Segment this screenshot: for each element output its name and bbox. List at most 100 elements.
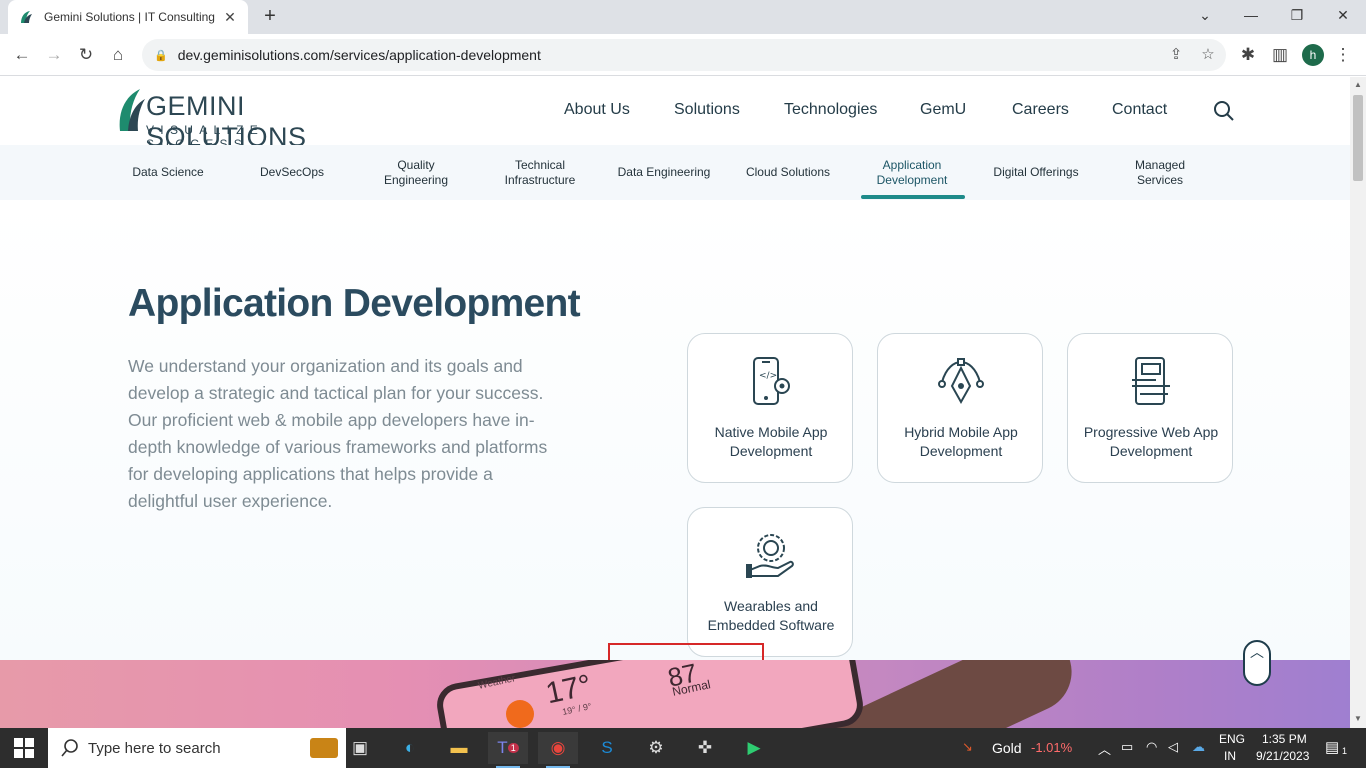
nav-technologies[interactable]: Technologies [784,101,877,119]
active-tab-indicator [861,195,965,199]
share-icon[interactable]: ⇪ [1166,45,1186,65]
tray-chevron-icon[interactable]: ︿ [1098,739,1111,758]
main-content: Application Development We understand yo… [0,200,1350,728]
taskbar-search-box[interactable]: Type here to search [48,728,346,768]
subnav-digital-offerings[interactable]: Digital Offerings [974,145,1098,200]
onedrive-icon[interactable]: ☁ [1192,739,1205,755]
lang-bottom[interactable]: IN [1224,749,1236,763]
sun-icon [506,700,534,728]
network-app-icon[interactable]: ✜ [685,732,725,764]
subnav-cloud-solutions[interactable]: Cloud Solutions [726,145,850,200]
phone-illustration [433,660,867,728]
subnav-quality-engineering[interactable]: Quality Engineering [354,145,478,200]
svg-text:</>: </> [759,371,777,381]
chrome-icon[interactable]: ◉ [538,732,578,768]
lang-top[interactable]: ENG [1219,732,1245,746]
minimize-icon[interactable]: — [1228,0,1274,30]
hero-description: We understand your organization and its … [128,356,548,511]
new-tab-button[interactable]: + [258,4,282,28]
menu-kebab-icon[interactable]: ⋮ [1330,42,1356,68]
scroll-down-arrow-icon[interactable]: ▼ [1353,714,1363,724]
notification-count: 1 [1342,746,1348,756]
chevron-up-icon: ︿ [1250,644,1264,660]
tab-close-icon[interactable]: ✕ [222,9,238,26]
card-progressive-web-app[interactable]: Progressive Web App Development [1067,333,1233,483]
teams-badge: 1 [507,743,519,753]
page-scrollbar[interactable]: ▲ ▼ [1350,77,1366,728]
tab-title: Gemini Solutions | IT Consulting [44,10,215,24]
back-icon[interactable]: ← [9,42,35,68]
card-native-mobile-app[interactable]: </> Native Mobile App Development [687,333,853,483]
notification-icon[interactable]: ▤ [1325,738,1339,756]
window-close-icon[interactable]: ✕ [1320,0,1366,30]
subnav-application-development[interactable]: Application Development [850,145,974,200]
page-title: Application Development [128,282,581,325]
mobile-code-icon: </> [753,357,790,405]
clock-date[interactable]: 9/21/2023 [1256,749,1309,763]
edge-icon[interactable]: ◐ [390,732,430,764]
taskbar-search-placeholder: Type here to search [88,739,221,757]
url-text: dev.geminisolutions.com/services/applica… [177,47,541,63]
site-logo[interactable]: GEMINI SOLUTIONS VISUALIZE SUCCESS [116,85,371,152]
scroll-up-arrow-icon[interactable]: ▲ [1353,80,1363,90]
wifi-icon[interactable]: ◠ [1146,739,1157,755]
reload-icon[interactable]: ↻ [73,42,99,68]
browser-toolbar: ← → ↻ ⌂ 🔒 dev.geminisolutions.com/servic… [0,34,1366,76]
forward-icon[interactable]: → [41,42,67,68]
nav-careers[interactable]: Careers [1012,101,1069,119]
card-label: Progressive Web App Development [1083,424,1219,459]
task-view-icon[interactable]: ▣ [340,732,380,764]
services-subnav: Data Science DevSecOps Quality Engineeri… [0,145,1350,200]
page-viewport: GEMINI SOLUTIONS VISUALIZE SUCCESS About… [0,77,1350,728]
windows-start-icon[interactable] [14,738,34,758]
card-hybrid-mobile-app[interactable]: Hybrid Mobile App Development [877,333,1043,483]
site-header: GEMINI SOLUTIONS VISUALIZE SUCCESS About… [0,77,1350,152]
settings-gear-icon[interactable]: ⚙ [636,732,676,764]
ticker-name[interactable]: Gold [992,740,1022,756]
card-label: Hybrid Mobile App Development [904,424,1018,459]
web-app-icon [1132,357,1170,405]
lock-icon: 🔒 [154,49,168,62]
nav-solutions[interactable]: Solutions [674,101,740,119]
subnav-managed-services[interactable]: Managed Services [1098,145,1222,200]
side-panel-icon[interactable]: ▥ [1267,42,1293,68]
pen-tool-icon [938,358,984,405]
subnav-devsecops[interactable]: DevSecOps [230,145,354,200]
volume-icon[interactable]: ◁ [1168,739,1178,755]
search-icon [61,739,78,757]
nav-gemu[interactable]: GemU [920,101,966,119]
file-explorer-icon[interactable]: ▬ [439,732,479,764]
search-icon[interactable] [1212,99,1236,123]
subnav-data-science[interactable]: Data Science [106,145,230,200]
windows-taskbar: Type here to search ▣ ◐ ▬ T1 ◉ S ⚙ ✜ ▶ ↘… [0,728,1366,768]
restore-icon[interactable]: ❐ [1274,0,1320,30]
scrollbar-thumb[interactable] [1353,95,1363,181]
card-label: Wearables and Embedded Software [707,598,835,633]
subnav-technical-infrastructure[interactable]: Technical Infrastructure [478,145,602,200]
scroll-to-top-button[interactable]: ︿ [1243,640,1271,686]
briefcase-icon [310,738,338,758]
gemini-favicon-icon [21,11,32,23]
nav-contact[interactable]: Contact [1112,101,1167,119]
tab-search-icon[interactable]: ⌄ [1182,0,1228,30]
teams-icon[interactable]: T1 [488,732,528,768]
media-player-icon[interactable]: ▶ [734,732,774,764]
address-bar[interactable]: 🔒 dev.geminisolutions.com/services/appli… [142,39,1226,71]
skype-business-icon[interactable]: S [587,732,627,764]
card-label: Native Mobile App Development [714,424,828,459]
nav-about-us[interactable]: About Us [564,101,630,119]
stock-ticker-icon: ↘ [962,739,973,754]
profile-avatar[interactable]: h [1302,44,1324,66]
hand-gear-icon [746,534,794,578]
subnav-data-engineering[interactable]: Data Engineering [602,145,726,200]
clock-time[interactable]: 1:35 PM [1262,732,1307,746]
bookmark-star-icon[interactable]: ☆ [1198,45,1218,65]
gemini-leaf-icon [119,89,145,131]
ticker-change: -1.01% [1031,740,1073,755]
card-wearables-embedded[interactable]: Wearables and Embedded Software [687,507,853,657]
battery-icon[interactable]: ▭ [1121,739,1133,755]
browser-tab[interactable]: Gemini Solutions | IT Consulting ✕ [8,0,248,34]
browser-tab-bar: Gemini Solutions | IT Consulting ✕ + ⌄ —… [0,0,1366,34]
home-icon[interactable]: ⌂ [105,42,131,68]
extensions-icon[interactable]: ✱ [1235,42,1261,68]
